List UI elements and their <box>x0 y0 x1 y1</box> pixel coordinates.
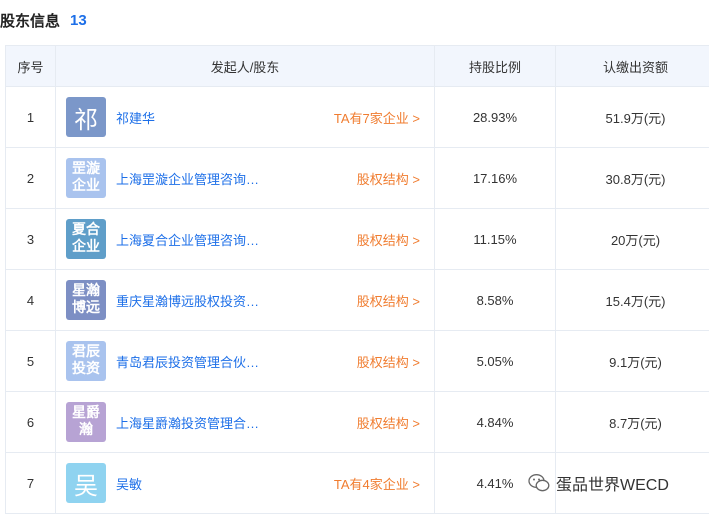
shareholder-table: 序号 发起人/股东 持股比例 认缴出资额 1 祁祁建华 TA有7家企业 > 28.93… <box>5 45 709 514</box>
shareholder-cell: 罡漩 企业上海罡漩企业管理咨询合伙企业 股权结构 > <box>55 147 435 209</box>
shareholder-cell: 星爵 瀚上海星爵瀚投资管理合伙企业 股权结构 > <box>55 391 435 453</box>
col-header-index: 序号 <box>5 45 56 87</box>
table-header-row: 序号 发起人/股东 持股比例 认缴出资额 <box>5 45 709 87</box>
subscribed-capital: 30.8万(元) <box>555 147 709 209</box>
shareholder-name-link[interactable]: 青岛君辰投资管理合伙企业 <box>116 352 266 371</box>
row-index: 1 <box>5 86 56 148</box>
shareholder-detail-link[interactable]: 股权结构 > <box>357 413 420 432</box>
table-row: 2罡漩 企业上海罡漩企业管理咨询合伙企业 股权结构 > 17.16%30.8万(元) <box>5 147 709 209</box>
share-ratio: 5.05% <box>434 330 556 392</box>
col-header-shareholder: 发起人/股东 <box>55 45 435 87</box>
subscribed-capital: 20万(元) <box>555 208 709 270</box>
company-logo[interactable]: 夏合 企业 <box>66 219 106 259</box>
wechat-icon <box>528 474 550 492</box>
row-index: 7 <box>5 452 56 514</box>
row-index: 2 <box>5 147 56 209</box>
col-header-ratio: 持股比例 <box>434 45 556 87</box>
company-logo[interactable]: 吴 <box>66 463 106 503</box>
subscribed-capital: 8.7万(元) <box>555 391 709 453</box>
company-logo[interactable]: 君辰 投资 <box>66 341 106 381</box>
row-index: 3 <box>5 208 56 270</box>
shareholder-cell: 君辰 投资 青岛君辰投资管理合伙企业 股权结构 > <box>55 330 435 392</box>
watermark: 蛋品世界WECD <box>528 470 669 496</box>
shareholder-detail-link[interactable]: TA有4家企业 > <box>334 474 420 493</box>
shareholder-count: 13 <box>70 11 87 29</box>
shareholder-name-link[interactable]: 吴敏 <box>116 474 266 493</box>
table-row: 4星瀚 博远重庆星瀚博远股权投资合伙企业 股权结构 > 8.58%15.4万(元) <box>5 269 709 331</box>
section-title: 股东信息 <box>0 12 61 30</box>
table-row: 3夏合 企业上海夏合企业管理咨询合伙企业 股权结构 > 11.15%20万(元) <box>5 208 709 270</box>
table-row: 6星爵 瀚上海星爵瀚投资管理合伙企业 股权结构 > 4.84%8.7万(元) <box>5 391 709 453</box>
shareholder-detail-link[interactable]: 股权结构 > <box>357 352 420 371</box>
company-logo[interactable]: 祁 <box>66 97 106 137</box>
row-index: 5 <box>5 330 56 392</box>
col-header-amount: 认缴出资额 <box>555 45 709 87</box>
share-ratio: 8.58% <box>434 269 556 331</box>
shareholder-detail-link[interactable]: 股权结构 > <box>357 230 420 249</box>
company-logo[interactable]: 星瀚 博远 <box>66 280 106 320</box>
share-ratio: 17.16% <box>434 147 556 209</box>
shareholder-name-link[interactable]: 上海星爵瀚投资管理合伙企业 <box>116 413 266 432</box>
row-index: 4 <box>5 269 56 331</box>
section-header: 股东信息 13 <box>0 8 87 32</box>
company-logo[interactable]: 星爵 瀚 <box>66 402 106 442</box>
table-row: 5 君辰 投资 青岛君辰投资管理合伙企业 股权结构 > 5.05% 9.1万(元) <box>5 330 709 392</box>
shareholder-cell: 星瀚 博远重庆星瀚博远股权投资合伙企业 股权结构 > <box>55 269 435 331</box>
shareholder-name-link[interactable]: 上海夏合企业管理咨询合伙企业 <box>116 230 266 249</box>
shareholder-name-link[interactable]: 重庆星瀚博远股权投资合伙企业 <box>116 291 266 310</box>
shareholder-name-link[interactable]: 祁建华 <box>116 108 266 127</box>
subscribed-capital: 51.9万(元) <box>555 86 709 148</box>
company-logo[interactable]: 罡漩 企业 <box>66 158 106 198</box>
shareholder-detail-link[interactable]: 股权结构 > <box>357 291 420 310</box>
share-ratio: 11.15% <box>434 208 556 270</box>
share-ratio: 4.84% <box>434 391 556 453</box>
shareholder-cell: 吴吴敏 TA有4家企业 > <box>55 452 435 514</box>
row-index: 6 <box>5 391 56 453</box>
shareholder-detail-link[interactable]: 股权结构 > <box>357 169 420 188</box>
share-ratio: 28.93% <box>434 86 556 148</box>
table-row: 1 祁祁建华 TA有7家企业 > 28.93% 51.9万(元) <box>5 86 709 148</box>
shareholder-detail-link[interactable]: TA有7家企业 > <box>334 108 420 127</box>
subscribed-capital: 15.4万(元) <box>555 269 709 331</box>
shareholder-cell: 祁祁建华 TA有7家企业 > <box>55 86 435 148</box>
shareholder-cell: 夏合 企业上海夏合企业管理咨询合伙企业 股权结构 > <box>55 208 435 270</box>
subscribed-capital: 9.1万(元) <box>555 330 709 392</box>
watermark-text: 蛋品世界WECD <box>556 477 669 494</box>
shareholder-name-link[interactable]: 上海罡漩企业管理咨询合伙企业 <box>116 169 266 188</box>
